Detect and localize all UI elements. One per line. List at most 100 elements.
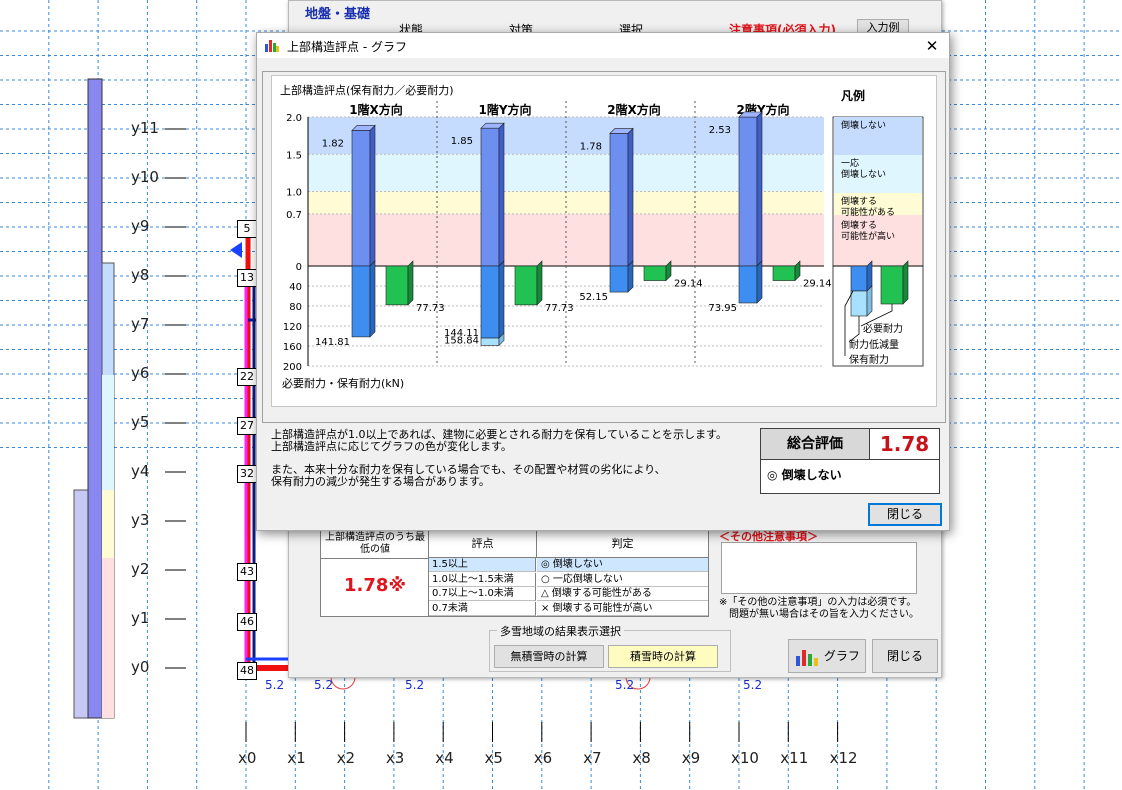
chart-title: 上部構造評点(保有耐力／必要耐力) (280, 83, 454, 97)
y-axis-label: y9 (131, 217, 150, 235)
score-value-label: 1.82 (322, 138, 344, 149)
required-value-label: 77.73 (545, 303, 574, 314)
x-axis-label: x5 (484, 749, 503, 767)
legend-required-bar-side (902, 260, 909, 305)
required-bar (385, 265, 409, 306)
y-axis-label: y11 (131, 119, 159, 137)
y-axis-label: y7 (131, 315, 150, 333)
overall-judgement-row: ◎ 倒壊しない (767, 466, 842, 483)
score-bar-side (627, 127, 634, 267)
overall-label: 総合評価 (761, 429, 870, 460)
description-line-4: 保有耐力の減少が発生する場合があります。 (271, 475, 490, 488)
legend-band-label: 倒壊しない (841, 119, 886, 131)
section-title: 地盤・基礎 (305, 7, 371, 22)
legend-required-bar (880, 265, 904, 305)
header-score: 評点 (429, 531, 537, 558)
bottom-axis-label: 必要耐力・保有耐力(kN) (282, 376, 404, 390)
y-axis-label: y8 (131, 266, 150, 284)
x-axis-label: x6 (533, 749, 553, 767)
snow-none-button[interactable]: 無積雪時の計算 (494, 645, 604, 668)
span-length-label: 5.2 (265, 678, 285, 692)
group-title: 1階X方向 (349, 102, 403, 117)
x-axis-label: x3 (385, 749, 405, 767)
graph-panel: 上部構造評点(保有耐力／必要耐力) 必要耐力・保有耐力(kN) 2.0 1.5 1.0 0… (271, 75, 937, 407)
arrow-marker-icon (230, 242, 242, 258)
group-title: 2階X方向 (607, 102, 661, 117)
rating-range-cell: 0.7以上～1.0未満 (429, 587, 536, 601)
story-band-pink (102, 558, 114, 718)
y-axis-label: y0 (131, 658, 150, 676)
capacity-bar-side (756, 260, 763, 304)
overall-rating-box: 総合評価 1.78 ◎ 倒壊しない (760, 428, 940, 494)
rating-judgement-cell: △ 倒壊する可能性がある (537, 587, 708, 601)
node-number-label: 13 (237, 269, 257, 287)
bar-chart-icon (794, 648, 820, 666)
description-line-2: 上部構造評点に応じてグラフの色が変化します。 (271, 440, 512, 453)
story-bar-2 (87, 78, 103, 719)
force-tick-label: 40 (289, 282, 302, 293)
score-bar (351, 130, 371, 267)
dialog-close-button[interactable]: 閉じる (868, 503, 942, 526)
rating-range-cell: 1.0以上～1.5未満 (429, 572, 536, 587)
header-judgement: 判定 (537, 531, 708, 558)
score-bar (480, 127, 500, 267)
capacity-bar-side (369, 260, 376, 338)
x-axis-label: x10 (731, 749, 759, 767)
force-tick-label: 120 (283, 322, 302, 333)
required-bar-side (407, 260, 414, 306)
node-number-label: 27 (237, 417, 257, 435)
rating-judgement-cell: ◎ 倒壊しない (537, 558, 708, 572)
overall-value: 1.78 (870, 429, 939, 460)
span-length-label: 5.2 (405, 678, 425, 692)
node-number-label: 32 (237, 465, 257, 483)
capacity-value-label: 73.95 (708, 303, 737, 314)
score-tick-label: 1.0 (286, 188, 302, 199)
legend-bar-label: 必要耐力 (863, 322, 903, 335)
score-tick-label: 2.0 (286, 113, 302, 124)
x-axis-label: x9 (681, 749, 701, 767)
other-notes-input[interactable] (721, 542, 917, 594)
capacity-bar-side (627, 260, 634, 293)
reduction-bar (480, 337, 500, 346)
capacity-bar (609, 265, 629, 293)
node-number-label: 48 (237, 662, 257, 680)
overall-judgement: 倒壊しない (781, 468, 842, 482)
rating-range-cell: 1.5以上 (429, 558, 536, 572)
other-notes-help-2: 問題が無い場合はその旨を入力ください。 (729, 609, 919, 620)
y-axis-label: y2 (131, 560, 150, 578)
x-axis-label: x2 (336, 749, 356, 767)
force-tick-label: 160 (283, 342, 302, 353)
required-value-label: 29.14 (803, 279, 832, 290)
y-axis-label: y1 (131, 609, 150, 627)
legend-title: 凡例 (841, 88, 865, 103)
score-value-label: 2.53 (709, 125, 731, 136)
force-tick-label: 200 (283, 362, 302, 373)
legend-reduction-bar-side (866, 285, 873, 317)
score-bar (609, 133, 629, 267)
rating-range-cell: 0.7未満 (429, 601, 536, 616)
score-tick-label: 0.7 (286, 210, 302, 221)
x-axis-label: x12 (829, 749, 858, 767)
story-band-yellow (102, 490, 114, 558)
graph-button[interactable]: グラフ (788, 639, 866, 673)
span-length-label: 5.2 (314, 678, 334, 692)
score-bar-side (756, 111, 763, 267)
node-number-label: 5 (237, 220, 257, 238)
score-tick-label: 1.5 (286, 150, 302, 161)
lowest-score-box: 上部構造評点のうち最低の値 1.78※ (320, 530, 430, 617)
capacity-value-label: 141.81 (315, 337, 350, 348)
snow-button[interactable]: 積雪時の計算 (608, 645, 718, 668)
required-bar (643, 265, 667, 281)
dialog-title: 上部構造評点 - グラフ (287, 40, 407, 54)
back-close-button[interactable]: 閉じる (872, 639, 938, 673)
required-bar (514, 265, 538, 306)
graph-dialog: 上部構造評点 - グラフ ✕ 上部構造評点(保有耐力／必要耐力) 必要耐力・保有耐… (256, 32, 950, 531)
y-axis-label: y5 (131, 413, 150, 431)
capacity-bar (738, 265, 758, 304)
required-bar-side (536, 260, 543, 306)
close-icon[interactable]: ✕ (917, 35, 947, 57)
capacity-bar (351, 265, 371, 338)
node-number-label: 46 (237, 613, 257, 631)
legend-reduction-bar (850, 290, 868, 317)
title-bar[interactable]: 上部構造評点 - グラフ ✕ (257, 33, 949, 58)
